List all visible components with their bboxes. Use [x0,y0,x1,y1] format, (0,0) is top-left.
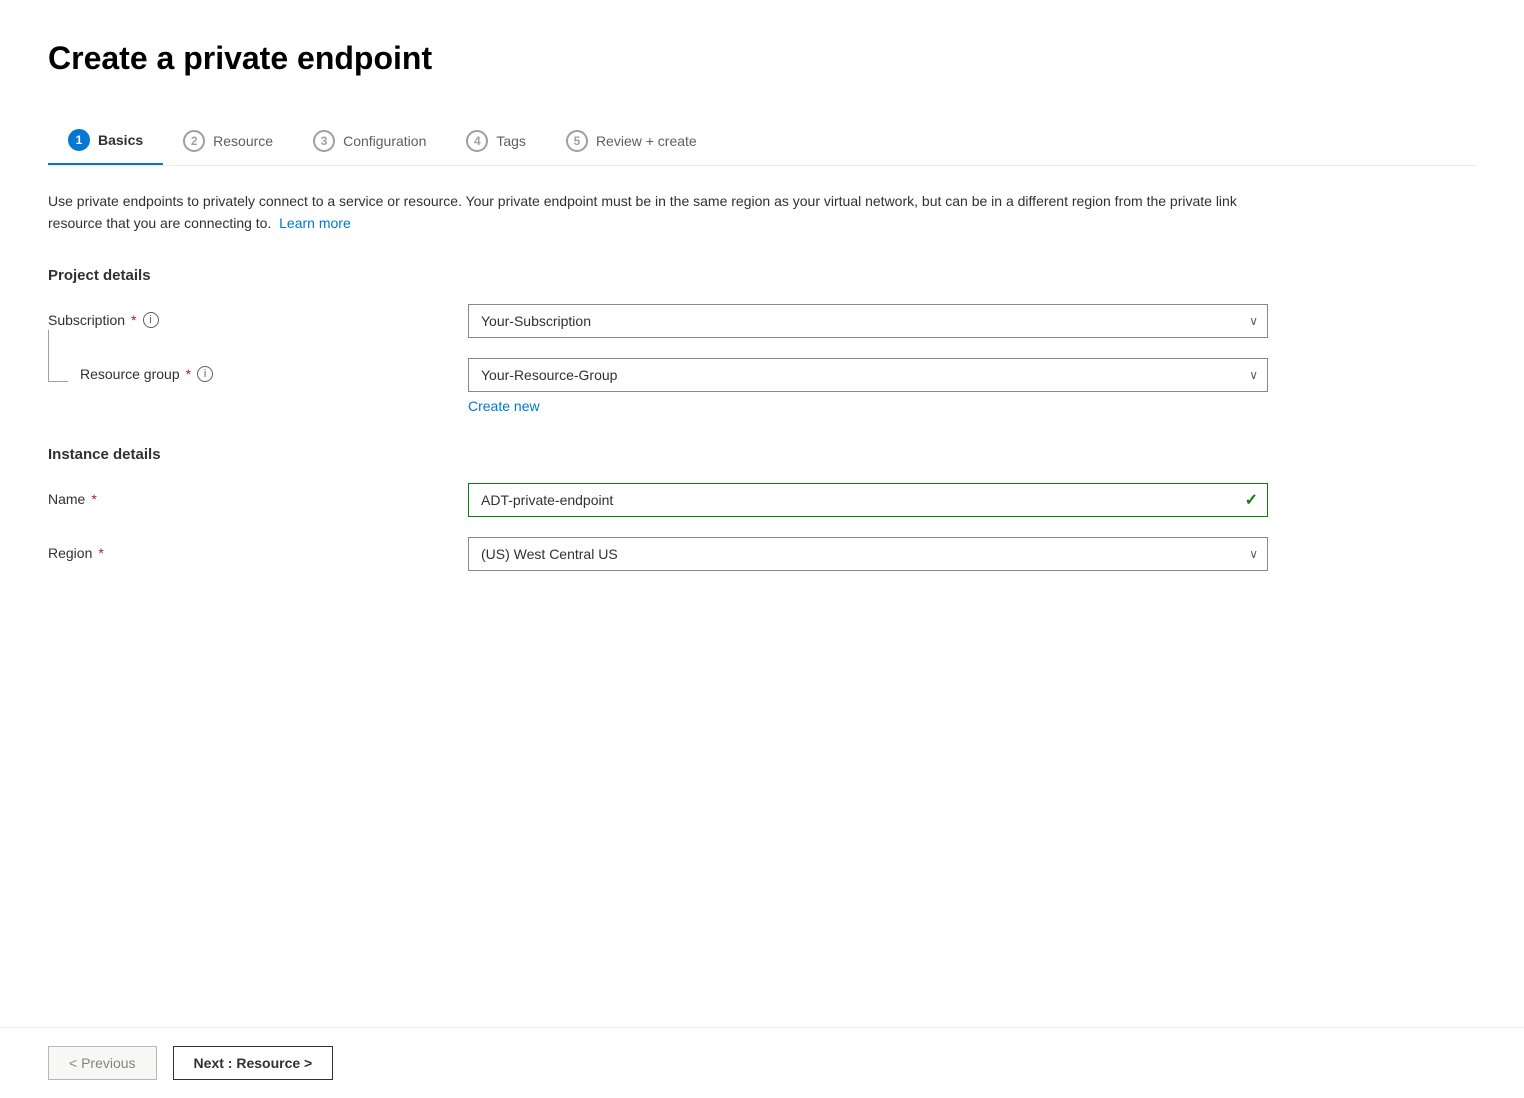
tab-review-number: 5 [566,130,588,152]
tab-basics-label: Basics [98,132,143,148]
instance-details-section: Instance details Name * ✓ Region * [48,446,1476,571]
tab-tags-number: 4 [466,130,488,152]
previous-button[interactable]: < Previous [48,1046,157,1080]
name-required: * [91,491,96,507]
name-input-wrapper: ✓ [468,483,1268,517]
subscription-label: Subscription [48,312,125,328]
name-control: ✓ [468,483,1268,517]
region-select[interactable]: (US) West Central US [468,537,1268,571]
resource-group-row: Resource group * i Your-Resource-Group ∨… [48,358,1476,414]
subscription-select[interactable]: Your-Subscription [468,304,1268,338]
region-control: (US) West Central US ∨ [468,537,1268,571]
tab-resource-number: 2 [183,130,205,152]
subscription-required: * [131,312,136,328]
instance-details-title: Instance details [48,446,1476,463]
region-label-col: Region * [48,537,468,561]
tab-configuration-label: Configuration [343,133,426,149]
page-title: Create a private endpoint [48,40,1476,77]
tab-review-label: Review + create [596,133,697,149]
name-input[interactable] [468,483,1268,517]
indent-line [48,330,68,382]
subscription-label-col: Subscription * i [48,304,468,328]
tab-basics[interactable]: 1 Basics [48,117,163,165]
tab-configuration-number: 3 [313,130,335,152]
tab-resource-label: Resource [213,133,273,149]
tab-tags-label: Tags [496,133,526,149]
resource-group-label-col: Resource group * i [48,358,468,382]
name-label-col: Name * [48,483,468,507]
next-button[interactable]: Next : Resource > [173,1046,334,1080]
tab-review-create[interactable]: 5 Review + create [546,118,717,164]
tab-resource[interactable]: 2 Resource [163,118,293,164]
tab-configuration[interactable]: 3 Configuration [293,118,446,164]
resource-group-label: Resource group [80,366,180,382]
resource-group-select[interactable]: Your-Resource-Group [468,358,1268,392]
name-row: Name * ✓ [48,483,1476,517]
subscription-row: Subscription * i Your-Subscription ∨ [48,304,1476,338]
project-details-section: Project details Subscription * i Your-Su… [48,267,1476,414]
subscription-control: Your-Subscription ∨ [468,304,1268,338]
create-new-link[interactable]: Create new [468,398,540,414]
learn-more-link[interactable]: Learn more [279,215,351,231]
resource-group-info-icon[interactable]: i [197,366,213,382]
region-row: Region * (US) West Central US ∨ [48,537,1476,571]
footer: < Previous Next : Resource > [0,1027,1524,1098]
subscription-select-wrapper: Your-Subscription ∨ [468,304,1268,338]
resource-group-select-wrapper: Your-Resource-Group ∨ [468,358,1268,392]
region-label: Region [48,545,92,561]
tab-tags[interactable]: 4 Tags [446,118,546,164]
name-label: Name [48,491,85,507]
name-check-icon: ✓ [1245,490,1258,510]
tabs-nav: 1 Basics 2 Resource 3 Configuration 4 Ta… [48,117,1476,166]
region-required: * [98,545,103,561]
resource-group-required: * [186,366,191,382]
description-text: Use private endpoints to privately conne… [48,190,1248,235]
resource-group-control: Your-Resource-Group ∨ Create new [468,358,1268,414]
subscription-info-icon[interactable]: i [143,312,159,328]
project-details-title: Project details [48,267,1476,284]
tab-basics-number: 1 [68,129,90,151]
region-select-wrapper: (US) West Central US ∨ [468,537,1268,571]
